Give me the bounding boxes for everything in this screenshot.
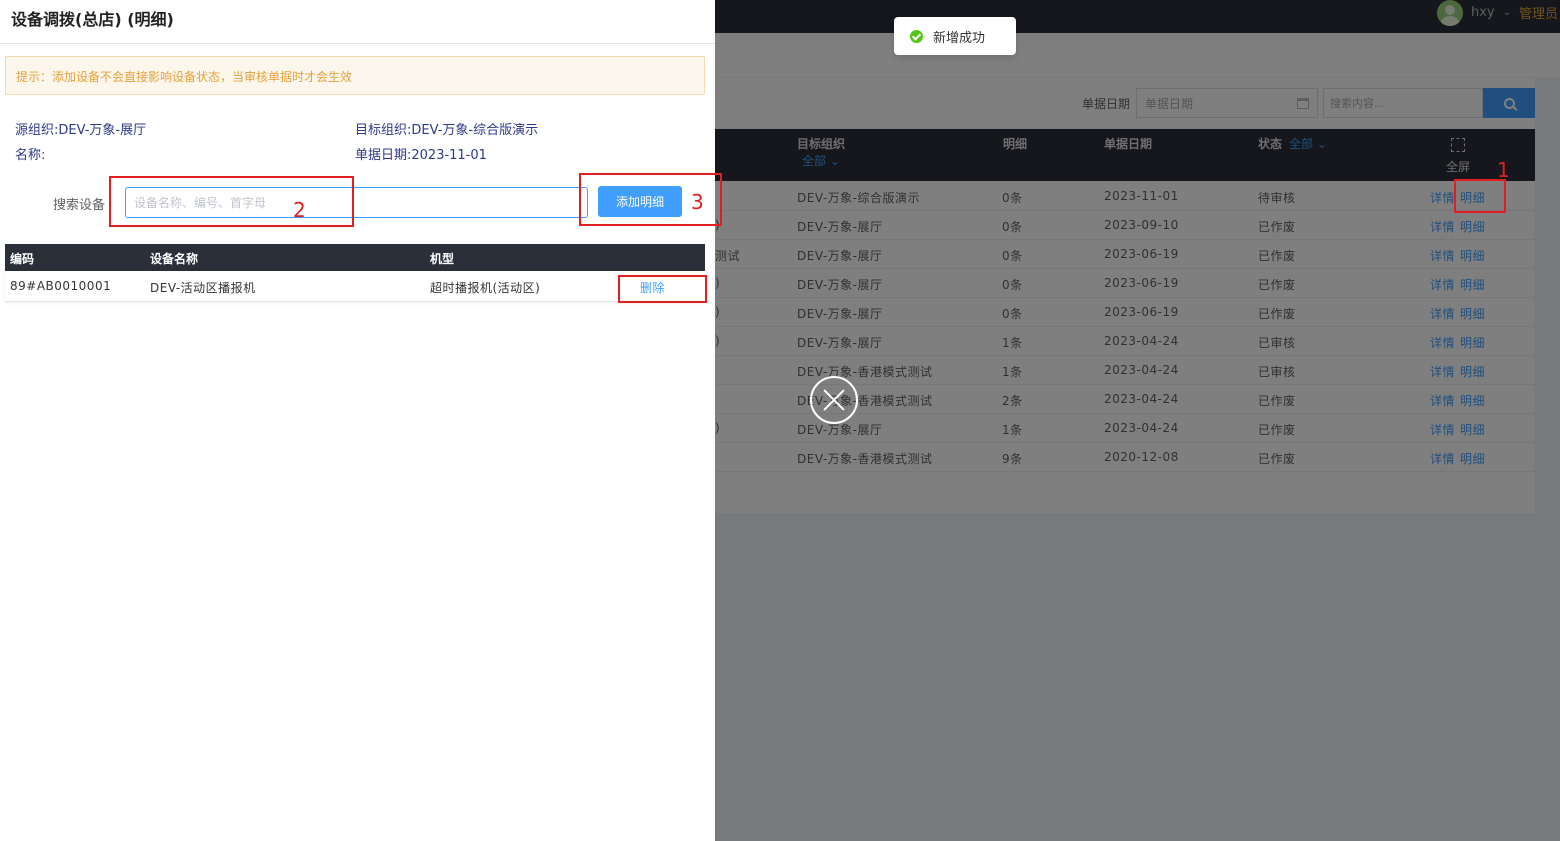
source-org: 源组织:DEV-万象-展厅	[15, 123, 147, 138]
annotation-number-2: 2	[293, 198, 306, 222]
notice-alert: 提示：添加设备不会直接影响设备状态，当审核单据时才会生效	[5, 56, 705, 95]
success-check-icon	[910, 29, 923, 43]
annotation-box-1	[1454, 179, 1506, 213]
annotation-number-3: 3	[691, 190, 704, 214]
success-toast: 新增成功	[894, 17, 1016, 55]
table-row: 89#AB0010001 DEV-活动区播报机 超时播报机(活动区) 删除	[5, 271, 705, 302]
doc-date: 单据日期:2023-11-01	[355, 148, 487, 163]
annotation-number-1: 1	[1497, 158, 1510, 182]
annotation-box-delete	[618, 275, 707, 303]
document-info: 源组织:DEV-万象-展厅 目标组织:DEV-万象-综合版演示 名称: 单据日期…	[5, 106, 705, 176]
device-name: DEV-活动区播报机	[150, 281, 256, 295]
device-code: 89#AB0010001	[10, 279, 112, 293]
drawer-title: 设备调拨(总店) (明细)	[11, 10, 174, 29]
device-model: 超时播报机(活动区)	[430, 281, 541, 295]
col-model: 机型	[430, 252, 455, 266]
annotation-box-2	[109, 176, 354, 227]
drawer-header: 设备调拨(总店) (明细)	[0, 0, 715, 44]
toast-text: 新增成功	[933, 30, 986, 46]
search-device-label: 搜索设备	[53, 198, 106, 213]
doc-name: 名称:	[15, 148, 46, 163]
detail-drawer: 设备调拨(总店) (明细) 提示：添加设备不会直接影响设备状态，当审核单据时才会…	[0, 0, 715, 841]
close-icon[interactable]	[810, 376, 858, 424]
col-device-name: 设备名称	[150, 252, 199, 266]
detail-table-header: 编码 设备名称 机型	[5, 244, 705, 271]
col-code: 编码	[10, 252, 35, 266]
target-org: 目标组织:DEV-万象-综合版演示	[355, 123, 539, 138]
